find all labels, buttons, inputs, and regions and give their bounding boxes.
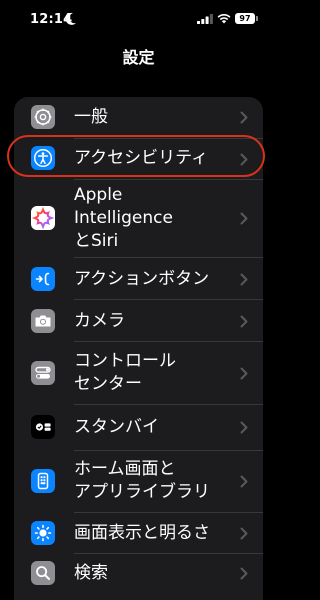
- settings-row-label: 検索: [74, 563, 108, 583]
- accessibility-icon: [31, 146, 55, 170]
- settings-row-label: アクションボタン: [74, 269, 210, 289]
- search-icon: [31, 561, 55, 585]
- chevron-right-icon: [240, 527, 248, 540]
- chevron-right-icon: [240, 153, 248, 166]
- settings-row-label-line-1: コントロール: [74, 351, 176, 371]
- chevron-right-icon: [240, 567, 248, 580]
- brightness-icon: [31, 521, 55, 545]
- cellular-signal-icon: [197, 14, 213, 24]
- settings-row-label: 一般: [74, 107, 108, 127]
- battery-cap: [256, 16, 258, 21]
- settings-row-label-line-2: アプリライブラリ: [74, 482, 210, 502]
- chevron-right-icon: [240, 475, 248, 488]
- apple-intelligence-icon: [31, 206, 55, 230]
- gear-icon: [31, 105, 55, 129]
- status-bar: 12:14 97: [0, 0, 277, 40]
- standby-icon: [31, 415, 55, 439]
- settings-row-apple-intelligence-siri[interactable]: Apple Intelligence とSiri: [14, 180, 263, 257]
- action-button-icon: [31, 267, 55, 291]
- chevron-right-icon: [240, 212, 248, 225]
- wifi-icon: [217, 13, 231, 24]
- chevron-right-icon: [240, 367, 248, 380]
- chevron-right-icon: [240, 111, 248, 124]
- settings-row-general[interactable]: 一般: [14, 97, 263, 138]
- home-screen-icon: [31, 469, 55, 493]
- settings-row-label-line-2: Intelligence: [74, 208, 173, 228]
- control-center-icon: [31, 361, 55, 385]
- settings-row-control-center[interactable]: コントロール センター: [14, 342, 263, 404]
- settings-row-label: 画面表示と明るさ: [74, 523, 210, 543]
- settings-row-label-line-2: センター: [74, 374, 142, 394]
- settings-row-accessibility[interactable]: アクセシビリティ: [14, 139, 263, 179]
- settings-list: 一般 アクセシビリティ Apple Intelligence とSiri アクシ…: [14, 97, 263, 600]
- camera-icon: [31, 309, 55, 333]
- settings-row-label-line-1: Apple: [74, 185, 123, 205]
- page-title: 設定: [122, 48, 155, 67]
- settings-row-action-button[interactable]: アクションボタン: [14, 258, 263, 299]
- settings-row-display-brightness[interactable]: 画面表示と明るさ: [14, 513, 263, 553]
- settings-row-label: スタンバイ: [74, 417, 159, 437]
- chevron-right-icon: [240, 315, 248, 328]
- settings-row-camera[interactable]: カメラ: [14, 300, 263, 341]
- chevron-right-icon: [240, 421, 248, 434]
- settings-row-label: カメラ: [74, 311, 125, 331]
- settings-row-standby[interactable]: スタンバイ: [14, 405, 263, 450]
- chevron-right-icon: [240, 273, 248, 286]
- battery-indicator: 97: [235, 13, 255, 24]
- settings-row-label: アクセシビリティ: [74, 148, 209, 168]
- settings-row-label-line-3: とSiri: [74, 231, 119, 251]
- settings-row-search[interactable]: 検索: [14, 554, 263, 600]
- settings-row-home-screen[interactable]: ホーム画面と アプリライブラリ: [14, 451, 263, 512]
- settings-screen: 12:14 97 設定 一般 アクセシビリティ Apple Intelligen…: [0, 0, 277, 600]
- moon-icon: [65, 12, 76, 25]
- settings-row-label-line-1: ホーム画面と: [74, 459, 176, 479]
